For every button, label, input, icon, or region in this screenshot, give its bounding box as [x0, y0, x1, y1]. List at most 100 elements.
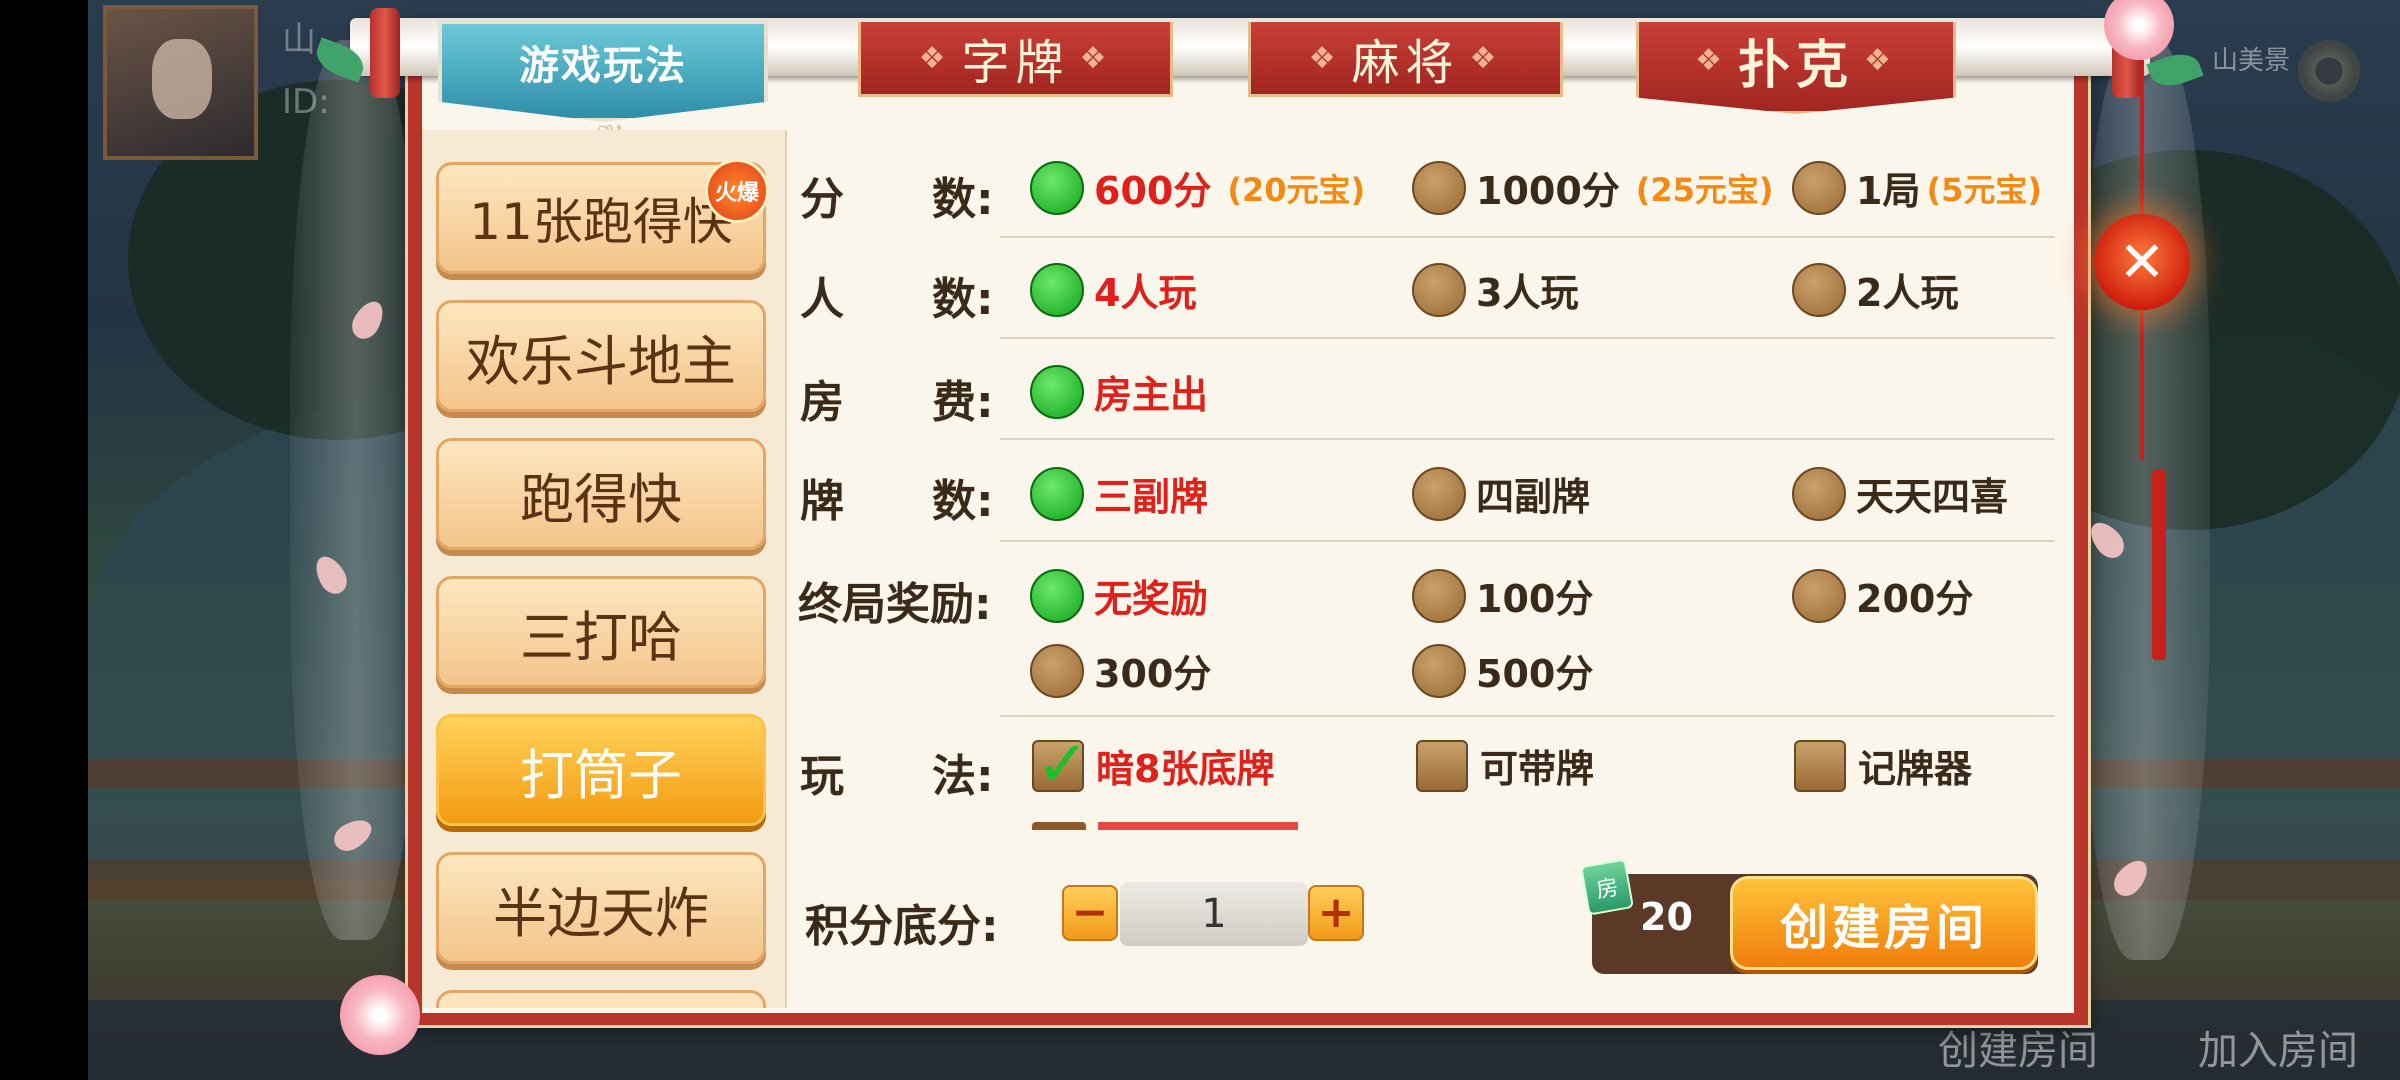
decks-option-3[interactable]: 三副牌 — [1030, 466, 1208, 521]
option-extra: (5元宝) — [1926, 170, 2042, 209]
option-text: 1000分 — [1476, 169, 1620, 213]
ornament-icon: ❖ — [1864, 43, 1897, 78]
row-divider — [1000, 236, 2055, 238]
option-text: 可带牌 — [1480, 747, 1595, 791]
reward-row-label: 终局奖励: — [798, 579, 992, 630]
score-option-600[interactable]: 600分 (20元宝) — [1030, 160, 1365, 215]
game-item[interactable]: 欢乐斗地主 — [436, 300, 766, 412]
radio-icon — [1412, 466, 1466, 521]
rules-option-daipai[interactable]: 可带牌 — [1416, 738, 1594, 793]
lantern-string — [2140, 60, 2144, 220]
option-text: 200分 — [1856, 577, 1974, 621]
radio-icon — [1412, 643, 1466, 698]
base-score-value[interactable]: 1 — [1120, 882, 1308, 946]
create-room-button[interactable]: 创建房间 — [1730, 876, 2038, 970]
game-item-label: 欢乐斗地主 — [466, 329, 736, 393]
fee-row-label: 房 费: — [800, 377, 994, 428]
game-item-partial[interactable] — [436, 990, 766, 1008]
reward-option-300[interactable]: 300分 — [1030, 643, 1211, 698]
option-text: 暗8张底牌 — [1096, 747, 1275, 791]
close-button[interactable]: ✕ — [2094, 214, 2190, 310]
game-item[interactable]: 半边天炸 — [436, 852, 766, 964]
reward-option-none[interactable]: 无奖励 — [1030, 568, 1208, 623]
settings-gear-icon[interactable] — [2298, 40, 2360, 102]
game-item-label: 半边天炸 — [493, 881, 709, 945]
bottom-join-room[interactable]: 加入房间 — [2198, 1018, 2358, 1076]
players-option-2[interactable]: 2人玩 — [1792, 262, 1958, 317]
option-extra: (20元宝) — [1227, 170, 1366, 209]
decks-option-sixi[interactable]: 天天四喜 — [1792, 466, 2008, 521]
radio-icon — [1792, 568, 1846, 623]
room-cost-value: 20 — [1640, 895, 1693, 939]
tassel-decoration — [2152, 470, 2166, 660]
game-item[interactable]: 三打哈 — [436, 576, 766, 688]
reward-option-500[interactable]: 500分 — [1412, 643, 1593, 698]
top-right-label: 山美景 — [2211, 46, 2290, 76]
silk-curtain-left — [290, 40, 420, 940]
player-name: 山 — [282, 20, 316, 60]
score-option-1000[interactable]: 1000分 (25元宝) — [1412, 160, 1774, 215]
silk-curtain-right — [2080, 40, 2210, 960]
ornament-icon: ❖ — [1079, 40, 1113, 76]
radio-selected-icon — [1030, 262, 1084, 317]
base-score-label: 积分底分: — [805, 901, 999, 952]
tab-zipai[interactable]: ❖ 字牌 ❖ — [858, 22, 1173, 97]
players-option-3[interactable]: 3人玩 — [1412, 262, 1578, 317]
game-item-label: 跑得快 — [520, 467, 682, 531]
game-item[interactable]: 11张跑得快 火爆 — [436, 159, 769, 274]
radio-selected-icon — [1030, 466, 1084, 521]
tab-majiang[interactable]: ❖ 麻将 ❖ — [1248, 22, 1563, 97]
option-text: 4人玩 — [1094, 271, 1197, 315]
row-divider — [1000, 715, 2055, 717]
option-text: 3人玩 — [1476, 271, 1579, 315]
ornament-icon: ❖ — [918, 40, 952, 76]
tab-puke[interactable]: ❖ 扑克 ❖ — [1636, 22, 1956, 114]
game-item-label: 三打哈 — [520, 605, 682, 669]
option-extra: (25元宝) — [1635, 170, 1774, 209]
rules-option-an8[interactable]: 暗8张底牌 — [1032, 728, 1275, 802]
checkbox-icon-clipped — [1032, 822, 1086, 830]
game-item-active[interactable]: 打筒子 — [436, 714, 766, 826]
option-text: 500分 — [1476, 652, 1594, 696]
radio-icon — [1792, 160, 1846, 215]
lantern-string — [2140, 310, 2144, 460]
option-text: 无奖励 — [1094, 577, 1209, 621]
game-item-label: 11张跑得快 — [469, 193, 733, 251]
flower-decoration — [340, 975, 420, 1055]
decrease-score-button[interactable]: − — [1062, 885, 1118, 941]
reward-option-200[interactable]: 200分 — [1792, 568, 1973, 623]
tab-puke-label: 扑克 — [1737, 36, 1854, 96]
radio-icon — [1412, 262, 1466, 317]
option-text: 2人玩 — [1856, 271, 1959, 315]
score-option-1ju[interactable]: 1局 (5元宝) — [1792, 160, 2042, 215]
option-text: 100分 — [1476, 577, 1594, 621]
rules-option-jipaiqi[interactable]: 记牌器 — [1794, 738, 1972, 793]
bottom-create-room[interactable]: 创建房间 — [1938, 1018, 2098, 1076]
tab-majiang-label: 麻将 — [1351, 35, 1460, 91]
fee-option-host[interactable]: 房主出 — [1030, 364, 1208, 419]
players-option-4[interactable]: 4人玩 — [1030, 262, 1196, 317]
option-text: 天天四喜 — [1856, 475, 2009, 519]
decks-option-4[interactable]: 四副牌 — [1412, 466, 1590, 521]
game-item[interactable]: 跑得快 — [436, 438, 766, 550]
player-avatar[interactable] — [103, 5, 258, 160]
game-list[interactable]: 11张跑得快 火爆 欢乐斗地主 跑得快 三打哈 打筒子 半边天炸 — [422, 130, 787, 1008]
radio-icon — [1792, 262, 1846, 317]
radio-icon — [1030, 643, 1084, 698]
ornament-icon: ❖ — [1469, 40, 1503, 76]
increase-score-button[interactable]: + — [1308, 885, 1364, 941]
checkbox-icon — [1794, 739, 1846, 792]
ornament-icon: ❖ — [1695, 43, 1728, 78]
reward-option-100[interactable]: 100分 — [1412, 568, 1593, 623]
room-card-icon: 房 — [1580, 858, 1634, 916]
row-divider — [1000, 438, 2055, 440]
players-row-label: 人 数: — [800, 274, 994, 325]
option-text: 600分 — [1094, 169, 1212, 213]
radio-icon — [1792, 466, 1846, 521]
tab-game-rules[interactable]: 游戏玩法 — [438, 20, 768, 122]
rod-end-left — [370, 8, 400, 98]
rules-row-label: 玩 法: — [800, 751, 994, 802]
clipped-option-text — [1098, 822, 1298, 830]
decks-row-label: 牌 数: — [800, 476, 994, 527]
radio-selected-icon — [1030, 364, 1084, 419]
